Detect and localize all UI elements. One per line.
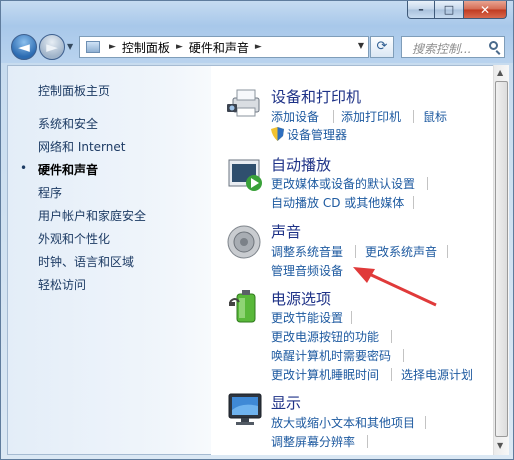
separator xyxy=(367,435,368,448)
task-manage-audio-devices[interactable]: 管理音频设备 xyxy=(271,262,343,279)
breadcrumb-separator-icon[interactable]: ► xyxy=(255,42,262,52)
recent-pages-dropdown[interactable]: ▼ xyxy=(67,42,73,51)
caption-buttons: – □ ✕ xyxy=(407,1,507,19)
control-panel-window: – □ ✕ ◄ ► ▼ ► 控制面板 ► 硬件和声音 ► ▼ ⟳ 搜索控制...… xyxy=(0,0,514,460)
separator xyxy=(403,349,404,362)
speaker-icon xyxy=(227,225,261,259)
printer-camera-icon xyxy=(227,89,260,117)
separator xyxy=(391,368,392,381)
scroll-down-icon[interactable]: ▼ xyxy=(497,441,503,450)
search-icon[interactable] xyxy=(489,41,498,50)
task-choose-power-plan[interactable]: 选择电源计划 xyxy=(401,366,473,383)
category-display-title[interactable]: 显示 xyxy=(271,392,301,413)
separator xyxy=(355,245,356,258)
close-button[interactable]: ✕ xyxy=(463,1,507,19)
category-power-options-title[interactable]: 电源选项 xyxy=(271,288,331,309)
control-panel-icon xyxy=(86,41,100,53)
breadcrumb-separator-icon[interactable]: ► xyxy=(176,42,183,52)
back-arrow-icon: ◄ xyxy=(18,38,30,56)
sidebar-item-programs[interactable]: 程序 xyxy=(38,184,62,201)
sidebar-item-ease-of-access[interactable]: 轻松访问 xyxy=(38,276,86,293)
maximize-button[interactable]: □ xyxy=(435,1,463,19)
monitor-icon xyxy=(228,393,262,425)
task-device-manager[interactable]: 设备管理器 xyxy=(287,126,347,143)
separator xyxy=(425,416,426,429)
separator xyxy=(391,330,392,343)
separator xyxy=(351,311,352,324)
sidebar-item-hardware-sound[interactable]: 硬件和声音 xyxy=(38,161,98,178)
sidebar-item-network[interactable]: 网络和 Internet xyxy=(38,138,125,155)
task-power-button-function[interactable]: 更改电源按钮的功能 xyxy=(271,328,379,345)
sidebar-item-clock-language[interactable]: 时钟、语言和区域 xyxy=(38,253,134,270)
breadcrumb-control-panel[interactable]: 控制面板 xyxy=(122,39,170,56)
category-devices-printers-title[interactable]: 设备和打印机 xyxy=(271,86,361,107)
separator xyxy=(333,110,334,123)
active-bullet-icon: • xyxy=(20,161,28,175)
category-autoplay-title[interactable]: 自动播放 xyxy=(271,154,331,175)
address-bar[interactable]: ► 控制面板 ► 硬件和声音 ► ▼ xyxy=(79,36,369,58)
task-mouse[interactable]: 鼠标 xyxy=(423,108,447,125)
category-sound-title[interactable]: 声音 xyxy=(271,221,301,242)
task-add-printer[interactable]: 添加打印机 xyxy=(341,108,401,125)
task-change-power-saving[interactable]: 更改节能设置 xyxy=(271,309,343,326)
task-change-system-sounds[interactable]: 更改系统声音 xyxy=(365,243,437,260)
separator xyxy=(413,110,414,123)
sidebar-item-user-accounts[interactable]: 用户帐户和家庭安全 xyxy=(38,207,146,224)
back-button[interactable]: ◄ xyxy=(11,34,37,60)
search-placeholder: 搜索控制... xyxy=(412,42,472,56)
separator xyxy=(427,177,428,190)
separator xyxy=(413,196,414,209)
task-zoom-text[interactable]: 放大或缩小文本和其他项目 xyxy=(271,414,415,431)
minimize-button[interactable]: – xyxy=(407,1,435,19)
main-content: 设备和打印机 添加设备 添加打印机 鼠标 设备管理器 自动播放 更改媒体或设备的… xyxy=(211,65,493,455)
autoplay-icon xyxy=(228,159,262,191)
sidebar-item-appearance[interactable]: 外观和个性化 xyxy=(38,230,110,247)
task-change-media-defaults[interactable]: 更改媒体或设备的默认设置 xyxy=(271,175,415,192)
task-adjust-volume[interactable]: 调整系统音量 xyxy=(271,243,343,260)
task-add-device[interactable]: 添加设备 xyxy=(271,108,319,125)
uac-shield-icon xyxy=(271,127,284,141)
vertical-scrollbar[interactable]: ▲ ▼ xyxy=(493,65,509,455)
refresh-icon: ⟳ xyxy=(376,39,388,54)
task-screen-resolution[interactable]: 调整屏幕分辨率 xyxy=(271,433,355,450)
sidebar-item-system-security[interactable]: 系统和安全 xyxy=(38,115,98,132)
sidebar-item-home[interactable]: 控制面板主页 xyxy=(38,82,110,99)
breadcrumb-separator-icon[interactable]: ► xyxy=(109,42,116,52)
task-require-password-wake[interactable]: 唤醒计算机时需要密码 xyxy=(271,347,391,364)
address-dropdown-icon[interactable]: ▼ xyxy=(358,41,364,50)
scroll-thumb[interactable] xyxy=(495,81,508,437)
sidebar: 控制面板主页 系统和安全 网络和 Internet • 硬件和声音 程序 用户帐… xyxy=(7,65,211,455)
forward-arrow-icon: ► xyxy=(46,38,58,56)
task-autoplay-cd[interactable]: 自动播放 CD 或其他媒体 xyxy=(271,194,404,211)
task-change-sleep-time[interactable]: 更改计算机睡眠时间 xyxy=(271,366,379,383)
refresh-button[interactable]: ⟳ xyxy=(370,36,394,58)
breadcrumb-hardware-sound[interactable]: 硬件和声音 xyxy=(189,39,249,56)
scroll-up-icon[interactable]: ▲ xyxy=(497,68,503,77)
battery-icon xyxy=(229,290,256,323)
search-input[interactable]: 搜索控制... xyxy=(401,36,505,58)
forward-button[interactable]: ► xyxy=(39,34,65,60)
separator xyxy=(447,245,448,258)
